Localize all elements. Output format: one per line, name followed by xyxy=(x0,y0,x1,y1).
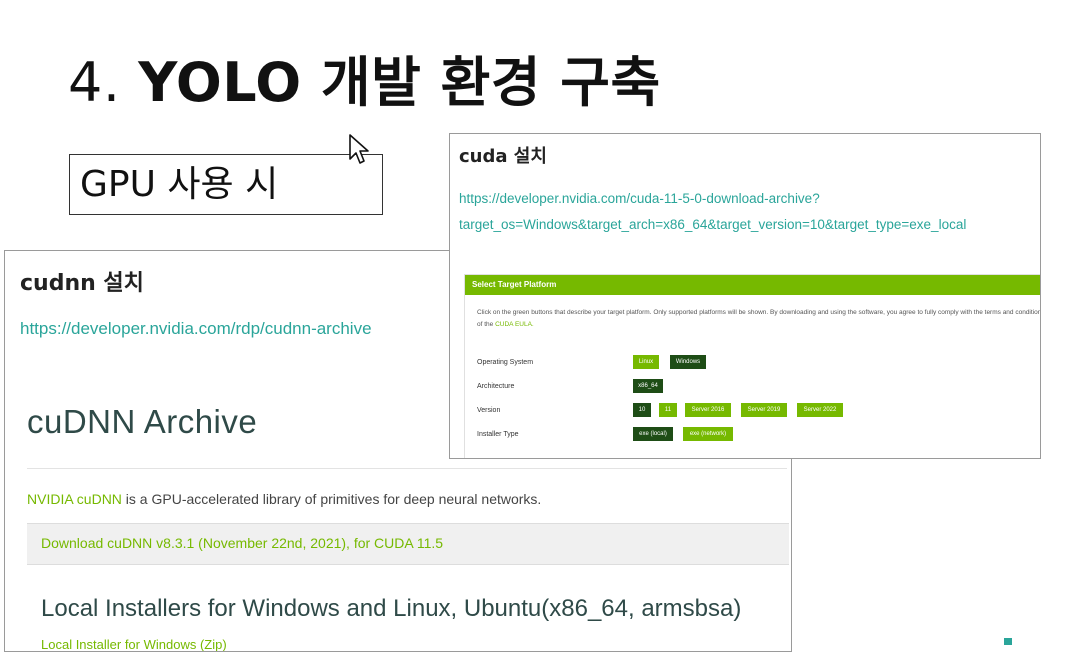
version-option-server-2022[interactable]: Server 2022 xyxy=(797,403,843,417)
version-option-server-2016[interactable]: Server 2016 xyxy=(685,403,731,417)
gpu-usage-label: GPU 사용 시 xyxy=(80,164,279,205)
local-installers-heading: Local Installers for Windows and Linux, … xyxy=(41,595,742,622)
arch-option-x86-64[interactable]: x86_64 xyxy=(633,379,663,393)
cuda-install-heading: cuda 설치 xyxy=(459,146,547,167)
version-label: Version xyxy=(477,407,501,414)
cudnn-download-link[interactable]: Download cuDNN v8.3.1 (November 22nd, 20… xyxy=(41,535,443,551)
select-target-platform-box: Select Target Platform Click on the gree… xyxy=(464,274,1041,458)
version-option-11[interactable]: 11 xyxy=(659,403,677,417)
cuda-eula-link[interactable]: CUDA EULA. xyxy=(495,321,534,328)
cudnn-description-text: is a GPU-accelerated library of primitiv… xyxy=(121,491,542,507)
cudnn-archive-link[interactable]: https://developer.nvidia.com/rdp/cudnn-a… xyxy=(20,319,372,339)
corner-logo-fragment xyxy=(1004,638,1012,645)
cudnn-download-bar[interactable]: Download cuDNN v8.3.1 (November 22nd, 20… xyxy=(27,523,789,565)
installer-type-label: Installer Type xyxy=(477,431,519,438)
cudnn-brand-link[interactable]: NVIDIA cuDNN xyxy=(27,491,122,507)
cuda-link-line-2[interactable]: target_os=Windows&target_arch=x86_64&tar… xyxy=(459,212,1034,238)
platform-header: Select Target Platform xyxy=(465,275,1040,295)
os-option-windows[interactable]: Windows xyxy=(670,355,706,369)
cudnn-archive-title: cuDNN Archive xyxy=(27,403,258,440)
platform-intro: Click on the green buttons that describe… xyxy=(477,307,1041,331)
os-label: Operating System xyxy=(477,359,534,366)
platform-intro-text: Click on the green buttons that describe… xyxy=(477,309,1041,328)
cudnn-install-heading: cudnn 설치 xyxy=(20,271,144,296)
slide-title-text: YOLO 개발 환경 구축 xyxy=(138,51,661,114)
architecture-label: Architecture xyxy=(477,383,515,390)
version-option-server-2019[interactable]: Server 2019 xyxy=(741,403,787,417)
slide-title: 4. YOLO 개발 환경 구축 xyxy=(68,38,661,117)
installer-option-exe-network[interactable]: exe (network) xyxy=(683,427,733,441)
cuda-screenshot-panel: cuda 설치 https://developer.nvidia.com/cud… xyxy=(449,133,1041,459)
installer-option-exe-local[interactable]: exe (local) xyxy=(633,427,673,441)
cuda-download-link[interactable]: https://developer.nvidia.com/cuda-11-5-0… xyxy=(459,186,1034,238)
version-option-10[interactable]: 10 xyxy=(633,403,651,417)
cuda-link-line-1[interactable]: https://developer.nvidia.com/cuda-11-5-0… xyxy=(459,186,1034,212)
os-option-linux[interactable]: Linux xyxy=(633,355,659,369)
gpu-usage-label-box: GPU 사용 시 xyxy=(69,154,383,215)
mouse-pointer-icon xyxy=(349,134,369,164)
slide-title-number: 4. xyxy=(68,51,121,114)
cudnn-description: NVIDIA cuDNN is a GPU-accelerated librar… xyxy=(27,491,541,507)
archive-divider xyxy=(27,468,787,469)
